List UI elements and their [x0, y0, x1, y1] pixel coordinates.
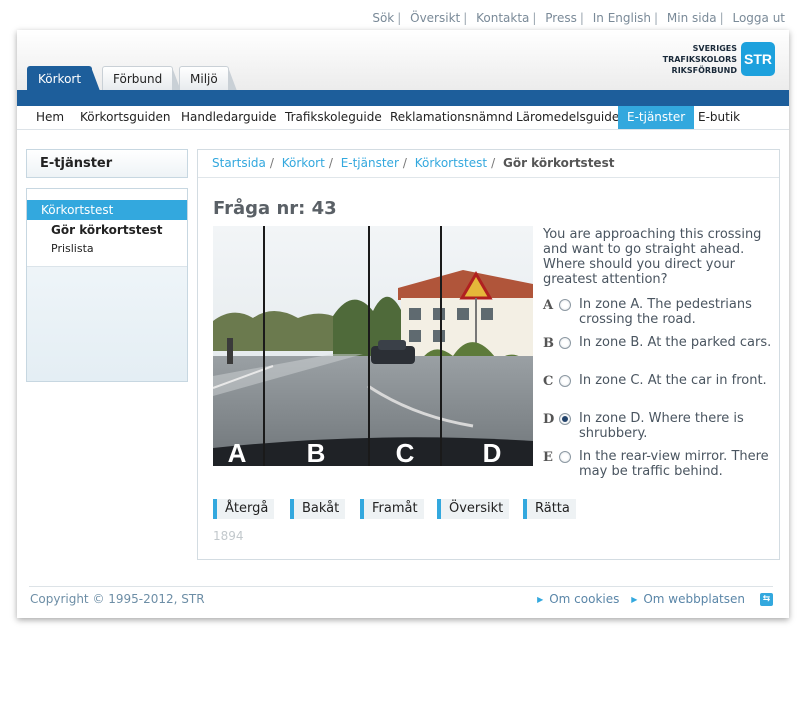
visitor-counter: 1894 [213, 529, 244, 543]
option-text: In zone A. The pedestrians crossing the … [579, 297, 752, 327]
separator: | [532, 11, 537, 25]
menu-item-hem[interactable]: Hem [27, 106, 73, 129]
logo-mark: STR [741, 42, 775, 76]
toplink-press[interactable]: Press [545, 11, 577, 25]
sidebar-nav: Körkortstest Gör körkortstest Prislista [27, 189, 187, 267]
tab-label: Körkort [38, 72, 82, 86]
breadcrumb: Startsida / Körkort / E-tjänster / Körkorts… [198, 150, 779, 178]
breadcrumb-link[interactable]: E-tjänster [341, 156, 399, 170]
menu-item-laromedelsguide[interactable]: Läromedelsguide [507, 106, 628, 129]
breadcrumb-link[interactable]: Startsida [212, 156, 266, 170]
breadcrumb-link[interactable]: Körkortstest [415, 156, 487, 170]
correct-button[interactable]: Rätta [523, 499, 576, 519]
next-button[interactable]: Framåt [360, 499, 424, 519]
tab-forbund[interactable]: Förbund [102, 66, 182, 91]
arrow-right-icon: ▶ [631, 595, 638, 604]
menu-item-reklamationsnamnd[interactable]: Reklamationsnämnd [381, 106, 522, 129]
about-site-link[interactable]: Om webbplatsen [643, 592, 745, 606]
question-text: You are approaching this crossing and wa… [543, 227, 762, 287]
separator: | [719, 11, 724, 25]
zone-label-a: A [228, 438, 247, 466]
option-letter: B [543, 336, 554, 351]
breadcrumb-current: Gör körkortstest [502, 156, 615, 170]
breadcrumb-link[interactable]: Körkort [282, 156, 325, 170]
page-frame: Körkort Förbund Miljö SVERIGES TRAFIKSKO… [17, 30, 789, 618]
separator: | [463, 11, 468, 25]
tab-label: Förbund [113, 72, 163, 86]
cookies-link[interactable]: Om cookies [549, 592, 619, 606]
sidebar-title: E-tjänster [26, 149, 188, 178]
question-image: A B C D [213, 226, 533, 466]
separator: | [579, 11, 584, 25]
option-letter: A [543, 298, 554, 313]
toplink-logout[interactable]: Logga ut [732, 11, 785, 25]
toplink-english[interactable]: In English [593, 11, 651, 25]
radio-e[interactable] [559, 451, 571, 463]
arrow-right-icon: ▶ [537, 595, 544, 604]
option-letter: D [543, 412, 555, 427]
sidebar: Körkortstest Gör körkortstest Prislista [26, 188, 188, 382]
sidebar-item-prislista[interactable]: Prislista [27, 242, 187, 255]
back-button[interactable]: Återgå [213, 499, 275, 519]
toplink-contact[interactable]: Kontakta [476, 11, 529, 25]
zone-label-d: D [483, 438, 502, 466]
tab-korkort[interactable]: Körkort [27, 66, 101, 91]
footer-links: ▶ Om cookies ▶ Om webbplatsen [529, 592, 745, 606]
previous-button[interactable]: Bakåt [290, 499, 346, 519]
radio-b[interactable] [559, 337, 571, 349]
header-bar [17, 90, 789, 106]
copyright: Copyright © 1995-2012, STR [30, 592, 205, 606]
toplink-overview[interactable]: Översikt [410, 11, 460, 25]
zone-label-b: B [307, 438, 326, 466]
tab-label: Miljö [190, 72, 218, 86]
teamviewer-icon[interactable]: ⇆ [760, 593, 773, 606]
radio-a[interactable] [559, 299, 571, 311]
zone-label-c: C [396, 438, 415, 466]
overview-button[interactable]: Översikt [437, 499, 510, 519]
option-letter: E [543, 450, 553, 465]
radio-d[interactable] [559, 413, 571, 425]
menu-item-e-butik[interactable]: E-butik [689, 106, 749, 129]
toplink-search[interactable]: Sök [372, 11, 394, 25]
sidebar-item-korkortstest[interactable]: Körkortstest [27, 200, 187, 220]
option-text: In zone D. Where there is shrubbery. [579, 411, 744, 441]
menu-item-handledarguide[interactable]: Handledarguide [172, 106, 286, 129]
option-text: In zone C. At the car in front. [579, 373, 767, 388]
main-menu: Hem Körkortsguiden Handledarguide Trafik… [17, 106, 789, 130]
radio-c[interactable] [559, 375, 571, 387]
top-links: Sök | Översikt | Kontakta | Press | In Engli… [372, 11, 785, 25]
tab-miljo[interactable]: Miljö [179, 66, 237, 91]
option-letter: C [543, 374, 554, 389]
logo-text: SVERIGES TRAFIKSKOLORS RIKSFÖRBUND [662, 43, 737, 75]
menu-item-trafikskoleguide[interactable]: Trafikskoleguide [276, 106, 391, 129]
footer-divider [29, 586, 773, 587]
toplink-my-page[interactable]: Min sida [667, 11, 717, 25]
separator: | [397, 11, 402, 25]
question-title: Fråga nr: 43 [213, 198, 337, 219]
option-text: In zone B. At the parked cars. [579, 335, 772, 350]
option-text: In the rear-view mirror. There may be tr… [579, 449, 769, 479]
sidebar-item-gor-korkortstest[interactable]: Gör körkortstest [27, 223, 187, 237]
separator: | [654, 11, 659, 25]
menu-item-korkortsguiden[interactable]: Körkortsguiden [71, 106, 179, 129]
header: Körkort Förbund Miljö SVERIGES TRAFIKSKO… [17, 30, 789, 91]
menu-item-e-tjanster[interactable]: E-tjänster [618, 106, 695, 129]
str-logo[interactable]: SVERIGES TRAFIKSKOLORS RIKSFÖRBUND STR [663, 42, 775, 76]
main-content: Startsida / Körkort / E-tjänster / Körkorts… [197, 149, 780, 560]
